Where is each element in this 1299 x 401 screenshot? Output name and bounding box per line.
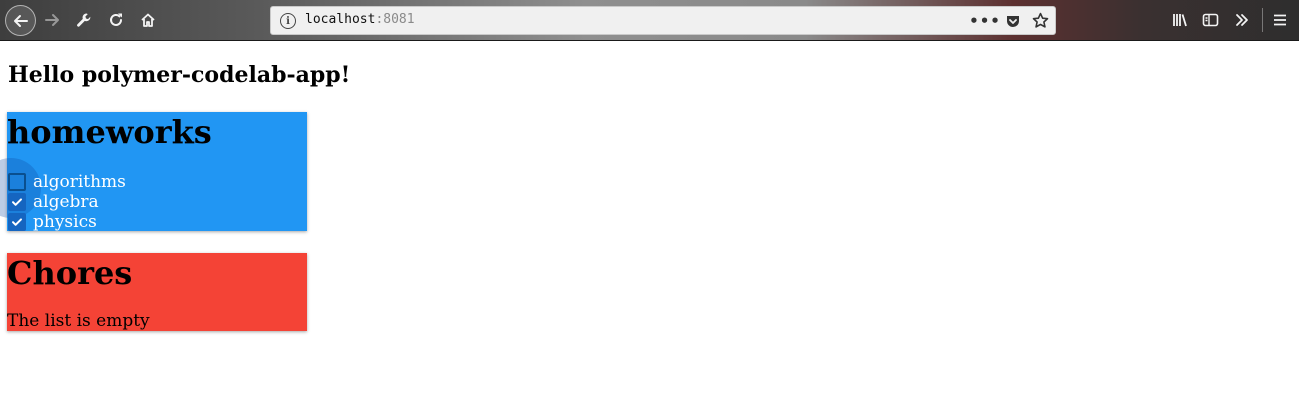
list-title: homeworks <box>7 113 212 151</box>
customize-button[interactable] <box>70 6 98 34</box>
checkmark-icon <box>12 218 22 226</box>
wrench-icon <box>77 13 91 27</box>
empty-list-message: The list is empty <box>7 311 150 331</box>
todo-list-chores: Chores The list is empty <box>7 253 307 331</box>
todo-item-label: physics <box>33 212 97 232</box>
todo-item-label: algorithms <box>33 172 126 192</box>
list-title: Chores <box>7 254 133 292</box>
url-port: :8081 <box>375 12 415 27</box>
info-icon[interactable]: i <box>280 13 296 29</box>
bookmark-button[interactable] <box>1028 8 1052 33</box>
todo-item[interactable]: physics <box>7 212 97 232</box>
todo-item[interactable]: algebra <box>7 192 99 212</box>
arrow-right-icon <box>45 14 59 26</box>
url-bar[interactable]: i localhost:8081 ••• <box>270 6 1056 35</box>
home-button[interactable] <box>134 6 162 34</box>
url-host: localhost <box>305 12 376 27</box>
reload-button[interactable] <box>102 6 130 34</box>
pocket-button[interactable] <box>1001 8 1025 33</box>
reload-icon <box>110 13 122 26</box>
page-title: Hello polymer-codelab-app! <box>8 62 351 88</box>
todo-list-homeworks: homeworks algorithms algebra physics <box>0 112 307 232</box>
sidebar-icon <box>1202 13 1218 27</box>
hamburger-icon <box>1274 14 1286 26</box>
page-actions-button[interactable]: ••• <box>969 8 1000 33</box>
checkbox[interactable] <box>8 193 26 211</box>
checkbox[interactable] <box>8 173 26 191</box>
hamburger-menu-button[interactable] <box>1266 6 1294 34</box>
pocket-icon <box>1007 15 1019 27</box>
arrow-left-icon <box>13 14 28 27</box>
forward-button[interactable] <box>38 6 66 34</box>
browser-toolbar: i localhost:8081 ••• <box>0 0 1299 41</box>
todo-item-label: algebra <box>33 192 99 212</box>
home-icon <box>141 13 155 27</box>
checkbox[interactable] <box>8 213 26 231</box>
library-icon <box>1172 14 1187 27</box>
todo-item[interactable]: algorithms <box>7 172 126 192</box>
checkmark-icon <box>12 198 22 206</box>
double-chevron-right-icon <box>1236 14 1248 26</box>
back-button[interactable] <box>5 5 36 36</box>
sidebar-button[interactable] <box>1196 6 1224 34</box>
more-horizontal-icon: ••• <box>969 11 1001 30</box>
overflow-menu-button[interactable] <box>1228 6 1256 34</box>
toolbar-separator <box>1262 8 1263 32</box>
url-text[interactable]: localhost:8081 <box>305 12 415 27</box>
library-button[interactable] <box>1166 6 1194 34</box>
star-icon <box>1032 12 1048 28</box>
